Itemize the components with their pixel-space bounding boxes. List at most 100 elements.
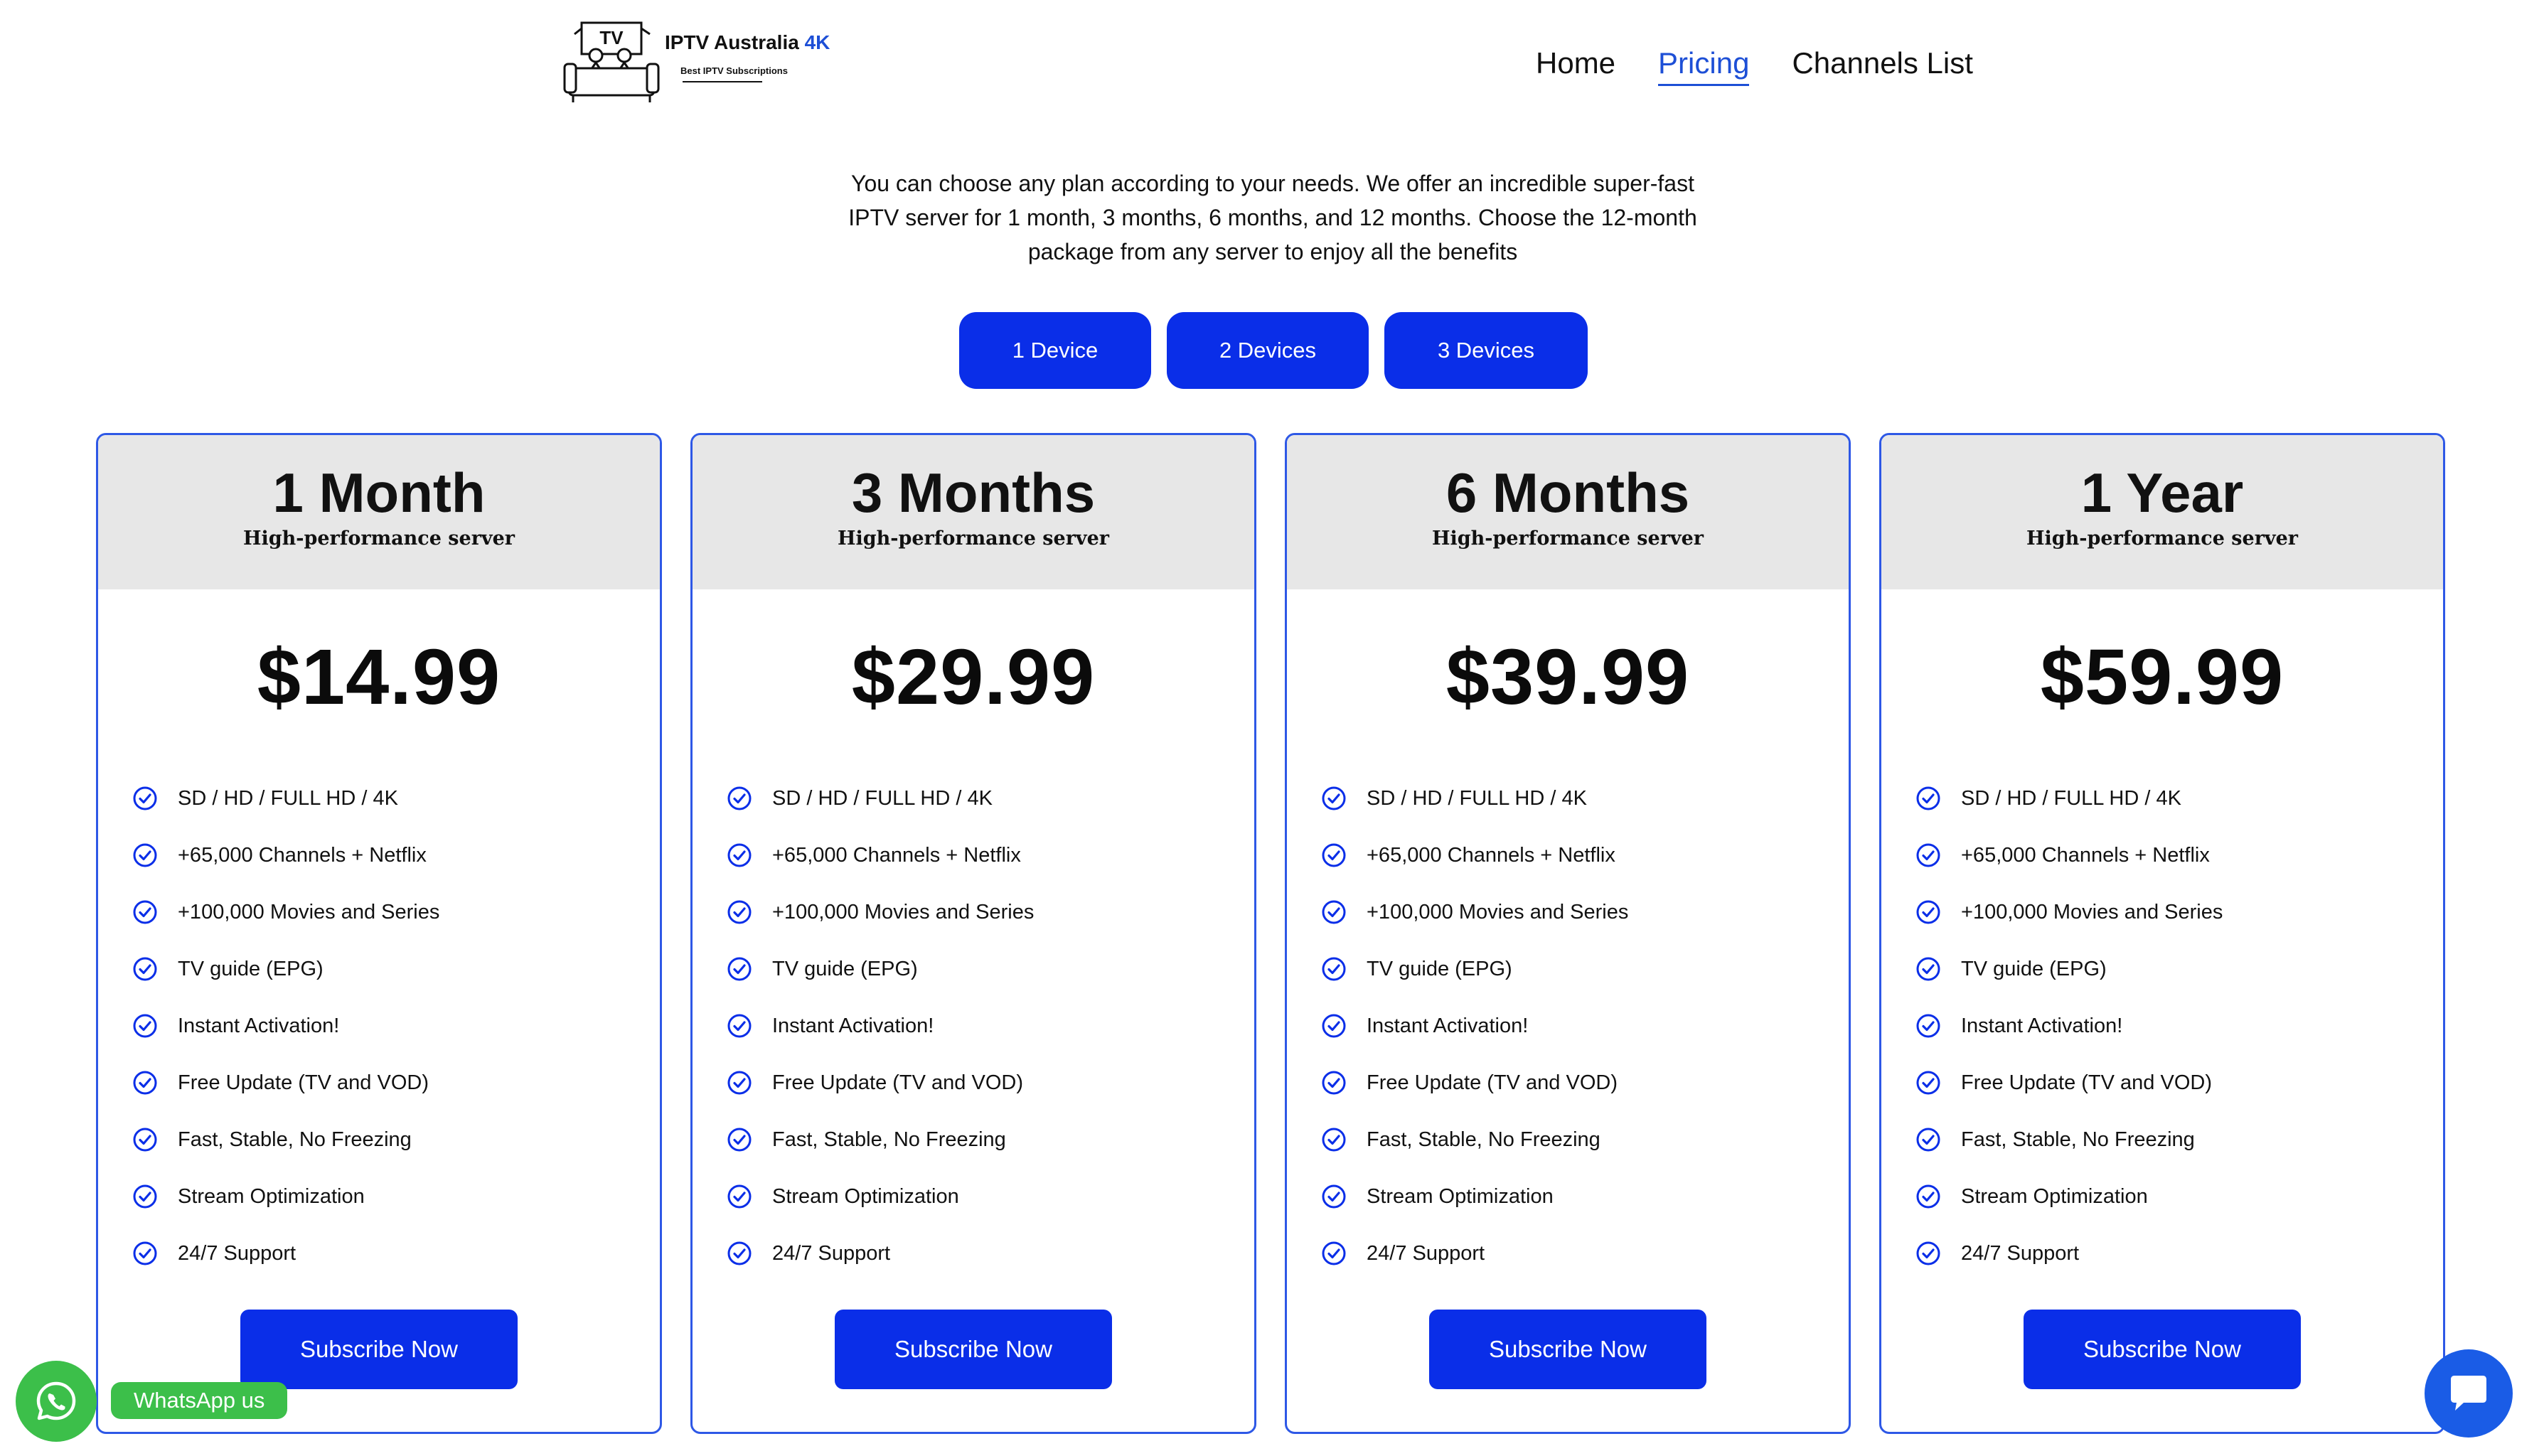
device-tab-1[interactable]: 1 Device <box>959 312 1151 389</box>
plan-price: $39.99 <box>1445 633 1690 721</box>
feature-item: SD / HD / FULL HD / 4K <box>727 770 1254 827</box>
feature-item: TV guide (EPG) <box>132 941 660 997</box>
feature-text: Fast, Stable, No Freezing <box>1961 1128 2195 1151</box>
feature-item: Free Update (TV and VOD) <box>1915 1054 2443 1111</box>
check-circle-icon <box>133 1014 157 1038</box>
check-circle-icon <box>133 957 157 981</box>
feature-item: Free Update (TV and VOD) <box>1321 1054 1849 1111</box>
plan-subtitle: High-performance server <box>837 528 1110 550</box>
feature-text: Stream Optimization <box>772 1184 959 1208</box>
check-circle-icon <box>1916 1128 1940 1152</box>
whatsapp-button[interactable] <box>16 1361 97 1442</box>
feature-text: +65,000 Channels + Netflix <box>1367 843 1615 867</box>
plan-card-6-months: 6 Months High-performance server $39.99 … <box>1285 433 1851 1434</box>
feature-item: Fast, Stable, No Freezing <box>132 1111 660 1168</box>
feature-text: 24/7 Support <box>772 1241 891 1265</box>
feature-item: SD / HD / FULL HD / 4K <box>132 770 660 827</box>
tv-couch-logo-icon: TV <box>563 21 660 102</box>
feature-item: +65,000 Channels + Netflix <box>1915 827 2443 884</box>
feature-text: Fast, Stable, No Freezing <box>1367 1128 1600 1151</box>
feature-text: +100,000 Movies and Series <box>1367 900 1629 924</box>
feature-item: Instant Activation! <box>1321 997 1849 1054</box>
check-circle-icon <box>1322 843 1346 867</box>
plan-title: 1 Year <box>2080 461 2244 524</box>
brand-name: IPTV Australia 4K <box>665 31 830 54</box>
check-circle-icon <box>727 1128 752 1152</box>
subscribe-button[interactable]: Subscribe Now <box>1429 1310 1706 1389</box>
feature-item: TV guide (EPG) <box>1915 941 2443 997</box>
plan-card-header: 1 Year High-performance server <box>1881 435 2443 589</box>
nav-home[interactable]: Home <box>1536 43 1615 86</box>
plan-price: $14.99 <box>257 633 501 721</box>
feature-text: Fast, Stable, No Freezing <box>772 1128 1006 1151</box>
main-nav: Home Pricing Channels List <box>1536 43 1973 86</box>
feature-text: Free Update (TV and VOD) <box>178 1071 429 1094</box>
feature-text: TV guide (EPG) <box>1367 957 1512 980</box>
check-circle-icon <box>1322 957 1346 981</box>
feature-text: 24/7 Support <box>178 1241 296 1265</box>
check-circle-icon <box>133 1241 157 1265</box>
feature-item: Fast, Stable, No Freezing <box>1915 1111 2443 1168</box>
plan-subtitle: High-performance server <box>242 528 515 550</box>
feature-text: +65,000 Channels + Netflix <box>178 843 427 867</box>
check-circle-icon <box>1322 1184 1346 1209</box>
check-circle-icon <box>1322 1128 1346 1152</box>
tagline-underline <box>683 81 762 82</box>
feature-item: Stream Optimization <box>727 1168 1254 1225</box>
device-tab-3[interactable]: 3 Devices <box>1384 312 1588 389</box>
whatsapp-label[interactable]: WhatsApp us <box>111 1382 288 1419</box>
feature-item: +65,000 Channels + Netflix <box>727 827 1254 884</box>
feature-text: SD / HD / FULL HD / 4K <box>178 786 398 810</box>
brand-tagline: Best IPTV Subscriptions <box>680 65 788 76</box>
subscribe-button[interactable]: Subscribe Now <box>835 1310 1112 1389</box>
check-circle-icon <box>133 1071 157 1095</box>
device-tab-2[interactable]: 2 Devices <box>1167 312 1369 389</box>
plan-title: 3 Months <box>851 461 1096 524</box>
feature-text: TV guide (EPG) <box>178 957 324 980</box>
feature-item: +100,000 Movies and Series <box>1321 884 1849 941</box>
plan-card-1-year: 1 Year High-performance server $59.99 SD… <box>1879 433 2445 1434</box>
subscribe-button[interactable]: Subscribe Now <box>240 1310 518 1389</box>
feature-item: Instant Activation! <box>1915 997 2443 1054</box>
feature-text: Instant Activation! <box>772 1014 934 1037</box>
feature-text: 24/7 Support <box>1961 1241 2080 1265</box>
feature-text: Fast, Stable, No Freezing <box>178 1128 412 1151</box>
feature-item: SD / HD / FULL HD / 4K <box>1915 770 2443 827</box>
logo-tv-text: TV <box>599 27 624 48</box>
feature-text: SD / HD / FULL HD / 4K <box>1367 786 1587 810</box>
feature-item: Instant Activation! <box>132 997 660 1054</box>
plan-feature-list: SD / HD / FULL HD / 4K +65,000 Channels … <box>1287 770 1849 1282</box>
check-circle-icon <box>727 843 752 867</box>
feature-text: +100,000 Movies and Series <box>178 900 440 924</box>
feature-text: Free Update (TV and VOD) <box>1961 1071 2212 1094</box>
plan-card-header: 3 Months High-performance server <box>693 435 1254 589</box>
check-circle-icon <box>727 957 752 981</box>
check-circle-icon <box>133 786 157 810</box>
feature-item: Free Update (TV and VOD) <box>727 1054 1254 1111</box>
plan-feature-list: SD / HD / FULL HD / 4K +65,000 Channels … <box>98 770 660 1282</box>
check-circle-icon <box>1916 1184 1940 1209</box>
chat-button[interactable] <box>2425 1349 2513 1438</box>
check-circle-icon <box>727 1184 752 1209</box>
check-circle-icon <box>133 843 157 867</box>
feature-item: Stream Optimization <box>1915 1168 2443 1225</box>
feature-item: TV guide (EPG) <box>1321 941 1849 997</box>
nav-pricing[interactable]: Pricing <box>1658 43 1750 86</box>
check-circle-icon <box>1916 957 1940 981</box>
subscribe-button[interactable]: Subscribe Now <box>2024 1310 2301 1389</box>
device-selector: 1 Device 2 Devices 3 Devices <box>959 312 1588 389</box>
nav-channels-list[interactable]: Channels List <box>1792 43 1972 86</box>
check-circle-icon <box>1916 1071 1940 1095</box>
check-circle-icon <box>727 900 752 924</box>
check-circle-icon <box>1322 1071 1346 1095</box>
feature-text: Free Update (TV and VOD) <box>1367 1071 1618 1094</box>
feature-item: +100,000 Movies and Series <box>1915 884 2443 941</box>
feature-text: +65,000 Channels + Netflix <box>772 843 1021 867</box>
check-circle-icon <box>133 900 157 924</box>
plan-title: 1 Month <box>272 461 486 524</box>
check-circle-icon <box>133 1184 157 1209</box>
brand-name-text: IPTV Australia <box>665 31 799 53</box>
feature-text: SD / HD / FULL HD / 4K <box>772 786 993 810</box>
chat-bubble-icon <box>2451 1376 2486 1410</box>
site-logo[interactable]: TV IPTV Australia 4K Best IPTV Subscript… <box>562 18 846 107</box>
